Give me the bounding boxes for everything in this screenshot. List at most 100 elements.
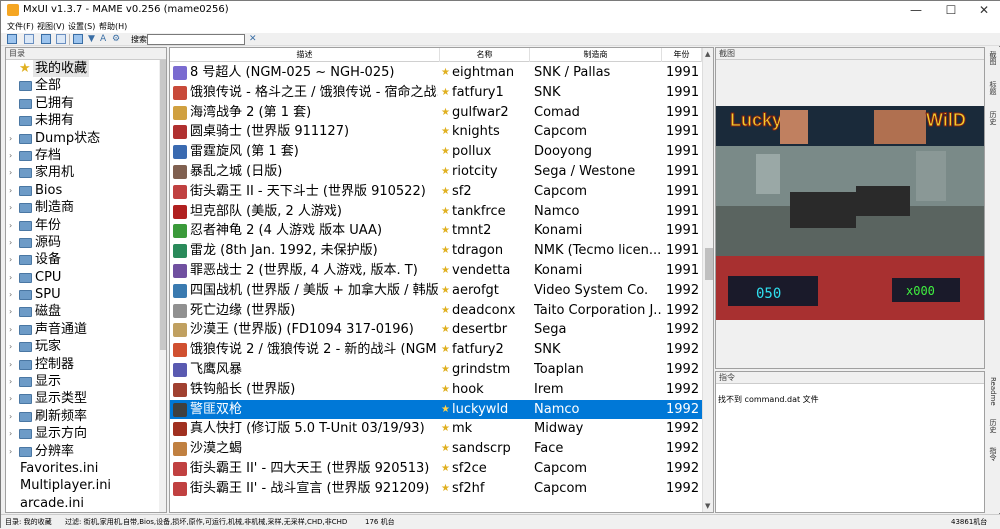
tree-item[interactable]: › SPU — [6, 286, 166, 303]
expand-arrow-icon[interactable]: › — [9, 251, 12, 268]
table-row[interactable]: 暴乱之城 (日版) riotcity Sega / Westone 1991 ★ — [170, 162, 702, 182]
table-row[interactable]: 警匪双枪 luckywld Namco 1992 ★ — [170, 399, 702, 420]
table-row[interactable]: 忍者神龟 2 (4 人游戏 版本 UAA) tmnt2 Konami 1991 ★ — [170, 221, 702, 241]
expand-arrow-icon[interactable]: › — [9, 303, 12, 320]
tree-item[interactable]: arcade.ini — [6, 495, 166, 512]
scroll-down-icon[interactable]: ▼ — [705, 502, 710, 510]
table-row[interactable]: 四国战机 (世界版 / 美版 + 加拿大版 / 韩版 ... aerofgt Vid… — [170, 281, 702, 301]
list-scrollbar[interactable]: ▲ ▼ — [702, 48, 713, 512]
tree-item[interactable]: › Bios — [6, 182, 166, 199]
expand-arrow-icon[interactable]: › — [9, 443, 12, 460]
table-row[interactable]: 死亡边缘 (世界版) deadconx Taito Corporation J...… — [170, 301, 702, 321]
tree-scrollbar[interactable] — [159, 60, 166, 512]
tree-item[interactable]: 全部 — [6, 77, 166, 94]
expand-arrow-icon[interactable]: › — [9, 164, 12, 181]
table-row[interactable]: 罪恶战士 2 (世界版, 4 人游戏, 版本. T) vendetta Konami… — [170, 261, 702, 281]
tree-item[interactable]: › 刷新频率 — [6, 408, 166, 425]
view-tree-button[interactable] — [7, 34, 17, 44]
expand-arrow-icon[interactable]: › — [9, 338, 12, 355]
menu-help[interactable]: 帮助(H) — [99, 20, 127, 33]
menu-view[interactable]: 视图(V) — [37, 20, 65, 33]
tree-item[interactable]: 未拥有 — [6, 112, 166, 129]
list-scroll-thumb[interactable] — [705, 248, 713, 280]
table-row[interactable]: 铁钩船长 (世界版) hook Irem 1992 ★ — [170, 380, 702, 400]
expand-arrow-icon[interactable]: › — [9, 199, 12, 216]
gear-icon[interactable]: ⚙ — [112, 33, 120, 45]
table-row[interactable]: 饿狼传说 - 格斗之王 / 饿狼传说 - 宿命之战... fatfury1 SNK 1… — [170, 83, 702, 103]
table-row[interactable]: 街头霸王 II' - 四大天王 (世界版 920513) sf2ce Capcom 1… — [170, 459, 702, 479]
side-tab-screenshot[interactable]: 截图 — [987, 51, 999, 65]
expand-arrow-icon[interactable]: › — [9, 425, 12, 442]
table-row[interactable]: 沙漠之蝎 sandscrp Face 1992 ★ — [170, 439, 702, 459]
expand-arrow-icon[interactable]: › — [9, 130, 12, 147]
menu-file[interactable]: 文件(F) — [7, 20, 34, 33]
tree-item[interactable]: Favorites.ini — [6, 460, 166, 477]
side-tab-command[interactable]: 指令 — [987, 447, 999, 461]
tree-item[interactable]: › 显示方向 — [6, 425, 166, 442]
expand-arrow-icon[interactable]: › — [9, 390, 12, 407]
close-button[interactable]: ✕ — [967, 1, 1000, 20]
tree-item[interactable]: Multiplayer.ini — [6, 477, 166, 494]
expand-arrow-icon[interactable]: › — [9, 286, 12, 303]
scroll-up-icon[interactable]: ▲ — [705, 50, 710, 58]
expand-arrow-icon[interactable]: › — [9, 408, 12, 425]
tree-item[interactable]: › 声音通道 — [6, 321, 166, 338]
column-year[interactable]: 年份 — [662, 48, 702, 62]
filter-button[interactable] — [73, 34, 83, 44]
view-preview-button[interactable] — [41, 34, 51, 44]
view-cmd-button[interactable] — [56, 34, 66, 44]
funnel-icon[interactable]: ▼ — [88, 33, 95, 45]
tree-item[interactable]: 已拥有 — [6, 95, 166, 112]
clear-search-icon[interactable]: ✕ — [249, 33, 257, 46]
table-row[interactable]: 饿狼传说 2 / 饿狼传说 2 - 新的战斗 (NGM... fatfury2 SN… — [170, 340, 702, 360]
tree-item[interactable]: › 源码 — [6, 234, 166, 251]
side-tab-history[interactable]: 历史 — [987, 111, 999, 125]
table-row[interactable]: 圆桌骑士 (世界版 911127) knights Capcom 1991 ★ — [170, 122, 702, 142]
tree-item[interactable]: › 磁盘 — [6, 303, 166, 320]
search-input[interactable] — [147, 34, 245, 45]
side-tab-history2[interactable]: 历史 — [987, 419, 999, 433]
tree-item[interactable]: › 分辨率 — [6, 443, 166, 460]
menu-settings[interactable]: 设置(S) — [68, 20, 95, 33]
side-tab-title[interactable]: 标题 — [987, 81, 999, 95]
tree-item[interactable]: › 存档 — [6, 147, 166, 164]
expand-arrow-icon[interactable]: › — [9, 373, 12, 390]
table-row[interactable]: 坦克部队 (美版, 2 人游戏) tankfrce Namco 1991 ★ — [170, 202, 702, 222]
table-row[interactable]: 飞鹰风暴 grindstm Toaplan 1992 ★ — [170, 360, 702, 380]
tree-item[interactable]: › 显示类型 — [6, 390, 166, 407]
maximize-button[interactable]: ☐ — [934, 1, 968, 20]
expand-arrow-icon[interactable]: › — [9, 269, 12, 286]
view-list-button[interactable] — [24, 34, 34, 44]
table-row[interactable]: 街头霸王 II - 天下斗士 (世界版 910522) sf2 Capcom 1991… — [170, 182, 702, 202]
tree-item[interactable]: › CPU — [6, 269, 166, 286]
font-icon[interactable]: A — [100, 33, 106, 45]
table-row[interactable]: 雷霆旋风 (第 1 套) pollux Dooyong 1991 ★ — [170, 142, 702, 162]
minimize-button[interactable]: — — [899, 1, 933, 20]
tree-item[interactable]: › 控制器 — [6, 356, 166, 373]
table-row[interactable]: 雷龙 (8th Jan. 1992, 未保护版) tdragon NMK (Tecm… — [170, 241, 702, 261]
expand-arrow-icon[interactable]: › — [9, 356, 12, 373]
tree-item[interactable]: › 设备 — [6, 251, 166, 268]
column-manufacturer[interactable]: 制造商 — [530, 48, 662, 62]
tree-item[interactable]: › 家用机 — [6, 164, 166, 181]
tree-item[interactable]: ★ 我的收藏 — [6, 60, 166, 78]
side-tab-readme[interactable]: Readme — [987, 377, 999, 406]
column-name[interactable]: 名称 — [440, 48, 530, 62]
tree-item[interactable]: › 显示 — [6, 373, 166, 390]
expand-arrow-icon[interactable]: › — [9, 234, 12, 251]
tree-item[interactable]: › 制造商 — [6, 199, 166, 216]
expand-arrow-icon[interactable]: › — [9, 321, 12, 338]
tree-scroll-thumb[interactable] — [160, 60, 166, 350]
table-row[interactable]: 沙漠王 (世界版) (FD1094 317-0196) desertbr Sega 1… — [170, 320, 702, 340]
tree-item[interactable]: › 年份 — [6, 217, 166, 234]
tree-item[interactable]: › Dump状态 — [6, 130, 166, 147]
table-row[interactable]: 8 号超人 (NGM-025 ~ NGH-025) eightman SNK / P… — [170, 63, 702, 83]
table-row[interactable]: 真人快打 (修订版 5.0 T-Unit 03/19/93) mk Midway 19… — [170, 419, 702, 439]
expand-arrow-icon[interactable]: › — [9, 182, 12, 199]
expand-arrow-icon[interactable]: › — [9, 217, 12, 234]
expand-arrow-icon[interactable]: › — [9, 147, 12, 164]
table-row[interactable]: 海湾战争 2 (第 1 套) gulfwar2 Comad 1991 ★ — [170, 103, 702, 123]
tree-item[interactable]: › 玩家 — [6, 338, 166, 355]
column-description[interactable]: 描述 — [170, 48, 440, 62]
table-row[interactable]: 街头霸王 II' - 战斗宣言 (世界版 921209) sf2hf Capcom 1… — [170, 479, 702, 499]
